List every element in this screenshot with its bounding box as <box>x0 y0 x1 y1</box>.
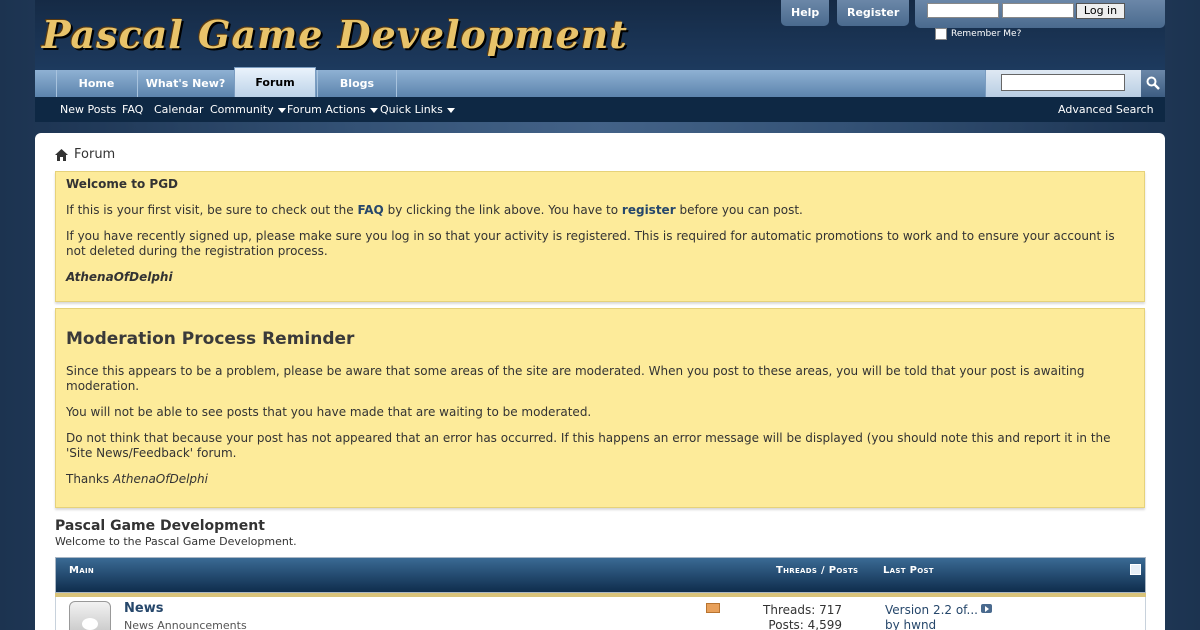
remember-me: Remember Me? <box>935 28 1021 40</box>
subnav-new-posts[interactable]: New Posts <box>60 103 116 116</box>
chevron-down-icon <box>446 107 455 113</box>
chevron-down-icon <box>369 107 378 113</box>
notice-heading: Moderation Process Reminder <box>66 329 355 349</box>
collapse-icon[interactable] <box>1130 564 1141 575</box>
notice-paragraph: If this is your first visit, be sure to … <box>66 203 1134 218</box>
subnav-forum-actions-label: Forum Actions <box>287 103 366 116</box>
search-input[interactable] <box>1001 74 1125 91</box>
main-nav: Home What's New? Forum Blogs <box>35 67 1165 97</box>
subnav-forum-actions[interactable]: Forum Actions <box>287 103 378 116</box>
search-icon <box>1146 76 1160 90</box>
chevron-down-icon <box>277 107 286 113</box>
tab-home[interactable]: Home <box>56 70 136 97</box>
help-button[interactable]: Help <box>781 0 830 26</box>
moderation-notice: Moderation Process Reminder Since this a… <box>55 308 1145 508</box>
category-header: Main Threads / Posts Last Post <box>55 557 1146 593</box>
notice-text: before you can post. <box>679 203 803 217</box>
posts-count: Posts: 4,599 <box>768 618 842 630</box>
tab-blogs[interactable]: Blogs <box>317 70 397 97</box>
content-panel: Forum Welcome to PGD If this is your fir… <box>35 133 1165 630</box>
tab-whats-new[interactable]: What's New? <box>137 70 233 97</box>
forum-name-link[interactable]: News <box>124 601 163 616</box>
notice-text: by clicking the link above. You have to <box>387 203 619 217</box>
last-post-link[interactable]: Version 2.2 of... <box>885 603 978 617</box>
subnav-community[interactable]: Community <box>210 103 286 116</box>
register-link[interactable]: register <box>622 203 676 217</box>
last-post-author[interactable]: by hwnd <box>885 618 936 630</box>
forum-row: News News Announcements Threads: 717 Pos… <box>55 597 1146 630</box>
breadcrumb-current: Forum <box>74 147 116 162</box>
forum-description: Welcome to the Pascal Game Development. <box>55 535 297 548</box>
notice-paragraph: Since this appears to be a problem, plea… <box>66 364 1085 393</box>
notice-text: If this is your first visit, be sure to … <box>66 203 354 217</box>
notice-signature: AthenaOfDelphi <box>66 270 173 284</box>
threads-posts-header: Threads / Posts <box>776 565 859 576</box>
tab-forum[interactable]: Forum <box>234 67 316 97</box>
notice-paragraph: Do not think that because your post has … <box>66 431 1111 460</box>
subnav-faq[interactable]: FAQ <box>122 103 143 116</box>
subnav-community-label: Community <box>210 103 274 116</box>
go-to-post-icon[interactable] <box>980 604 992 613</box>
subnav-quick-links-label: Quick Links <box>380 103 443 116</box>
login-button[interactable]: Log in <box>1076 3 1125 19</box>
password-input[interactable] <box>1002 3 1074 18</box>
last-post: Version 2.2 of... <box>885 603 992 617</box>
username-input[interactable] <box>927 3 999 18</box>
category-label[interactable]: Main <box>69 565 94 576</box>
last-post-header: Last Post <box>883 565 934 576</box>
notice-thanks: Thanks AthenaOfDelphi <box>66 472 1134 487</box>
threads-count: Threads: 717 <box>763 603 842 617</box>
faq-link[interactable]: FAQ <box>357 203 383 217</box>
rss-icon[interactable] <box>706 603 720 613</box>
quick-search <box>985 70 1165 97</box>
sub-nav: New Posts FAQ Calendar Community Forum A… <box>35 97 1165 122</box>
notice-signature: AthenaOfDelphi <box>112 472 208 486</box>
home-icon[interactable] <box>55 148 68 161</box>
notice-paragraph: If you have recently signed up, please m… <box>66 229 1115 258</box>
advanced-search-link[interactable]: Advanced Search <box>1058 103 1154 116</box>
notice-title: Welcome to PGD <box>66 177 179 191</box>
subnav-quick-links[interactable]: Quick Links <box>380 103 455 116</box>
subnav-calendar[interactable]: Calendar <box>154 103 203 116</box>
search-button[interactable] <box>1141 70 1165 97</box>
breadcrumb: Forum <box>55 147 115 162</box>
forum-status-icon <box>69 601 111 630</box>
thanks-text: Thanks <box>66 472 110 486</box>
notice-paragraph: You will not be able to see posts that y… <box>66 405 592 419</box>
login-form: Log in <box>915 0 1165 28</box>
welcome-notice: Welcome to PGD If this is your first vis… <box>55 171 1145 302</box>
forum-title[interactable]: Pascal Game Development <box>55 518 265 534</box>
remember-me-label: Remember Me? <box>951 29 1022 39</box>
forum-row-description: News Announcements <box>124 619 247 630</box>
register-button[interactable]: Register <box>837 0 910 26</box>
remember-me-checkbox[interactable] <box>935 28 947 40</box>
site-logo[interactable]: Pascal Game Development <box>42 12 628 57</box>
